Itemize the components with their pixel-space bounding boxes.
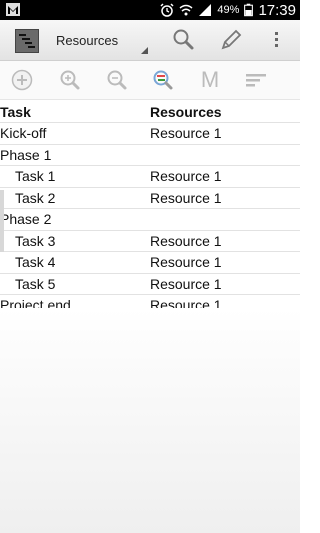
status-bar: 49% 17:39 <box>0 0 300 20</box>
zoom-fit-icon[interactable] <box>150 67 176 93</box>
task-cell: Task 3 <box>15 232 56 249</box>
table-row[interactable]: Phase 2 <box>0 209 300 231</box>
table-header-row: Task Resources <box>0 102 300 123</box>
table-row[interactable]: Phase 1 <box>0 145 300 166</box>
column-header-resources[interactable]: Resources <box>150 104 222 120</box>
alarm-icon <box>160 3 174 17</box>
wifi-icon <box>179 4 193 16</box>
table-row[interactable]: Task 5 Resource 1 <box>0 274 300 295</box>
resource-cell: Resource 1 <box>150 254 222 270</box>
task-cell: Phase 2 <box>0 211 52 227</box>
view-selector[interactable]: Resources <box>48 20 148 60</box>
mail-icon <box>6 3 20 16</box>
edit-pencil-icon[interactable] <box>218 27 244 53</box>
resource-cell: Resource 1 <box>150 232 222 249</box>
task-cell: Task 2 <box>15 189 56 206</box>
empty-area <box>0 308 300 533</box>
table-row[interactable]: Task 4 Resource 1 <box>0 252 300 274</box>
toolbar: M <box>0 61 300 100</box>
table-row[interactable]: Task 3 Resource 1 <box>0 231 300 252</box>
project-icon[interactable] <box>15 29 39 53</box>
battery-percent: 49% <box>217 4 240 16</box>
overflow-menu-icon[interactable] <box>264 27 290 53</box>
zoom-out-icon[interactable] <box>104 67 130 93</box>
resource-cell: Resource 1 <box>150 189 222 206</box>
dropdown-triangle-icon <box>141 47 148 54</box>
gantt-bars-icon[interactable] <box>243 67 269 93</box>
action-bar: Resources <box>0 20 300 61</box>
task-cell: Task 5 <box>15 275 56 292</box>
milestone-icon[interactable]: M <box>197 67 223 93</box>
task-resources-table: Task Resources Kick-off Resource 1 Phase… <box>0 102 300 317</box>
battery-icon <box>244 3 254 17</box>
drawer-edge-handle[interactable] <box>0 190 4 252</box>
resource-cell: Resource 1 <box>150 168 222 184</box>
table-row[interactable]: Kick-off Resource 1 <box>0 123 300 145</box>
clock: 17:39 <box>258 1 296 19</box>
milestone-glyph: M <box>200 67 220 92</box>
task-cell: Task 1 <box>15 168 56 184</box>
signal-icon <box>199 4 212 16</box>
zoom-in-icon[interactable] <box>57 67 83 93</box>
search-icon[interactable] <box>170 27 196 53</box>
task-cell: Phase 1 <box>0 146 52 163</box>
resource-cell: Resource 1 <box>150 125 222 141</box>
add-icon[interactable] <box>9 67 35 93</box>
task-cell: Kick-off <box>0 125 47 141</box>
table-row[interactable]: Task 1 Resource 1 <box>0 166 300 188</box>
resource-cell: Resource 1 <box>150 275 222 292</box>
view-selector-label: Resources <box>56 33 119 48</box>
column-header-task[interactable]: Task <box>0 104 31 120</box>
task-cell: Task 4 <box>15 254 56 270</box>
table-row[interactable]: Task 2 Resource 1 <box>0 188 300 209</box>
